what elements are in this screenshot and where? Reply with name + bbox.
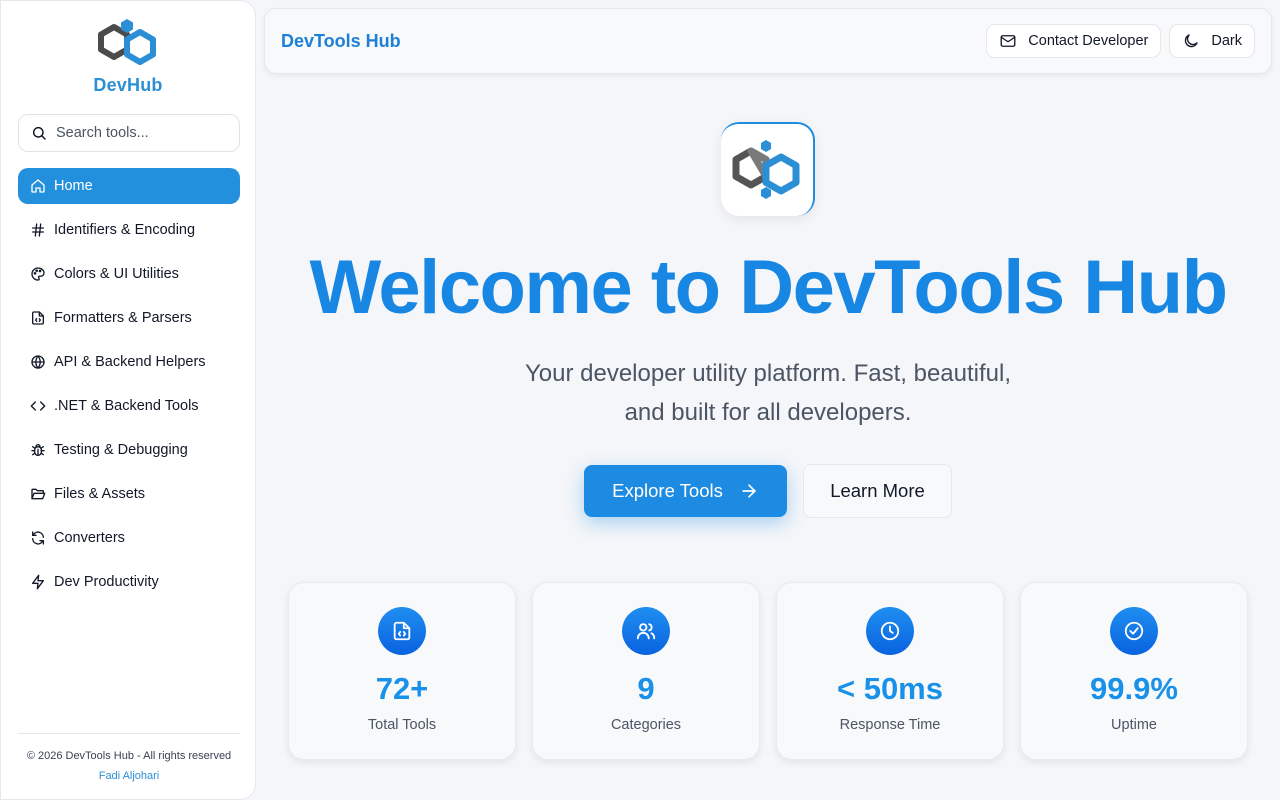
mail-icon: [1000, 35, 1016, 47]
sidebar-item-label: Testing & Debugging: [54, 442, 188, 458]
bug-icon: [30, 442, 46, 458]
sidebar-item-label: Dev Productivity: [54, 574, 159, 590]
sidebar-footer: © 2026 DevTools Hub - All rights reserve…: [18, 733, 240, 782]
sidebar-item-api-backend[interactable]: API & Backend Helpers: [18, 344, 240, 380]
globe-icon: [30, 354, 46, 370]
clock-icon: [866, 607, 914, 655]
arrow-right-icon: [742, 484, 756, 498]
file-code-icon: [30, 310, 46, 326]
sidebar-item-dotnet-backend[interactable]: .NET & Backend Tools: [18, 388, 240, 424]
stat-card-total-tools: 72+ Total Tools: [288, 582, 516, 760]
sidebar-nav: Home Identifiers & Encoding Colors & UI …: [18, 168, 240, 608]
learn-more-button[interactable]: Learn More: [803, 464, 952, 518]
sidebar-logo[interactable]: DevHub: [17, 1, 239, 101]
sidebar-item-converters[interactable]: Converters: [18, 520, 240, 556]
sidebar-item-home[interactable]: Home: [18, 168, 240, 204]
contact-developer-label: Contact Developer: [1028, 33, 1149, 49]
stat-card-categories: 9 Categories: [532, 582, 760, 760]
sidebar-item-label: Converters: [54, 530, 125, 546]
brand-title[interactable]: DevTools Hub: [281, 31, 401, 52]
contact-developer-button[interactable]: Contact Developer: [986, 24, 1162, 58]
hero-subtitle: Your developer utility platform. Fast, b…: [524, 360, 1012, 426]
learn-more-label: Learn More: [830, 480, 925, 501]
code-icon: [30, 398, 46, 414]
search-icon: [32, 126, 46, 140]
sidebar-item-colors-ui[interactable]: Colors & UI Utilities: [18, 256, 240, 292]
sidebar-item-label: Colors & UI Utilities: [54, 266, 179, 282]
header-actions: Contact Developer Dark: [986, 24, 1255, 58]
stat-label: Response Time: [839, 717, 941, 733]
stat-value: 9: [637, 671, 655, 706]
explore-tools-button[interactable]: Explore Tools: [584, 465, 787, 517]
explore-tools-label: Explore Tools: [612, 480, 723, 501]
refresh-icon: [30, 530, 46, 546]
sidebar-item-label: .NET & Backend Tools: [54, 398, 199, 414]
hexagon-logo-icon: [98, 19, 156, 65]
author-link[interactable]: Fadi Aljohari: [18, 770, 240, 782]
copyright-text: © 2026 DevTools Hub - All rights reserve…: [26, 750, 232, 762]
theme-toggle-label: Dark: [1211, 33, 1242, 49]
top-bar: DevTools Hub Contact Developer Dark: [264, 8, 1272, 74]
stat-value: < 50ms: [836, 671, 943, 706]
sidebar-item-identifiers-encoding[interactable]: Identifiers & Encoding: [18, 212, 240, 248]
stat-label: Categories: [610, 717, 682, 733]
palette-icon: [30, 266, 46, 282]
check-circle-icon: [1110, 607, 1158, 655]
sidebar-item-testing-debugging[interactable]: Testing & Debugging: [18, 432, 240, 468]
logo-text: DevHub: [93, 75, 163, 95]
sidebar-item-label: Formatters & Parsers: [54, 310, 192, 326]
sidebar-item-label: Home: [54, 178, 93, 194]
sidebar-item-label: API & Backend Helpers: [54, 354, 206, 370]
sidebar-item-dev-productivity[interactable]: Dev Productivity: [18, 564, 240, 600]
folder-open-icon: [30, 486, 46, 502]
sidebar-item-files-assets[interactable]: Files & Assets: [18, 476, 240, 512]
stat-card-uptime: 99.9% Uptime: [1020, 582, 1248, 760]
file-code-icon: [378, 607, 426, 655]
stat-label: Total Tools: [367, 717, 437, 733]
search-input[interactable]: [56, 125, 226, 141]
stat-value: 72+: [375, 671, 429, 706]
users-icon: [622, 607, 670, 655]
sidebar-item-label: Files & Assets: [54, 486, 146, 502]
sidebar-item-label: Identifiers & Encoding: [54, 222, 196, 238]
hero-title: Welcome to DevTools Hub: [309, 245, 1228, 330]
stat-card-response-time: < 50ms Response Time: [776, 582, 1004, 760]
stat-label: Uptime: [1111, 717, 1157, 733]
zap-icon: [30, 574, 46, 590]
search-box[interactable]: [18, 114, 240, 152]
hexagon-logo-icon: [732, 140, 800, 199]
sidebar-item-formatters-parsers[interactable]: Formatters & Parsers: [18, 300, 240, 336]
hero-logo: [721, 122, 815, 216]
home-icon: [30, 178, 46, 194]
theme-toggle-button[interactable]: Dark: [1169, 24, 1255, 58]
sidebar: DevHub Home Identifiers & Encoding Color…: [0, 0, 256, 800]
moon-icon: [1185, 34, 1199, 48]
hash-icon: [30, 222, 46, 238]
stat-value: 99.9%: [1090, 671, 1178, 706]
